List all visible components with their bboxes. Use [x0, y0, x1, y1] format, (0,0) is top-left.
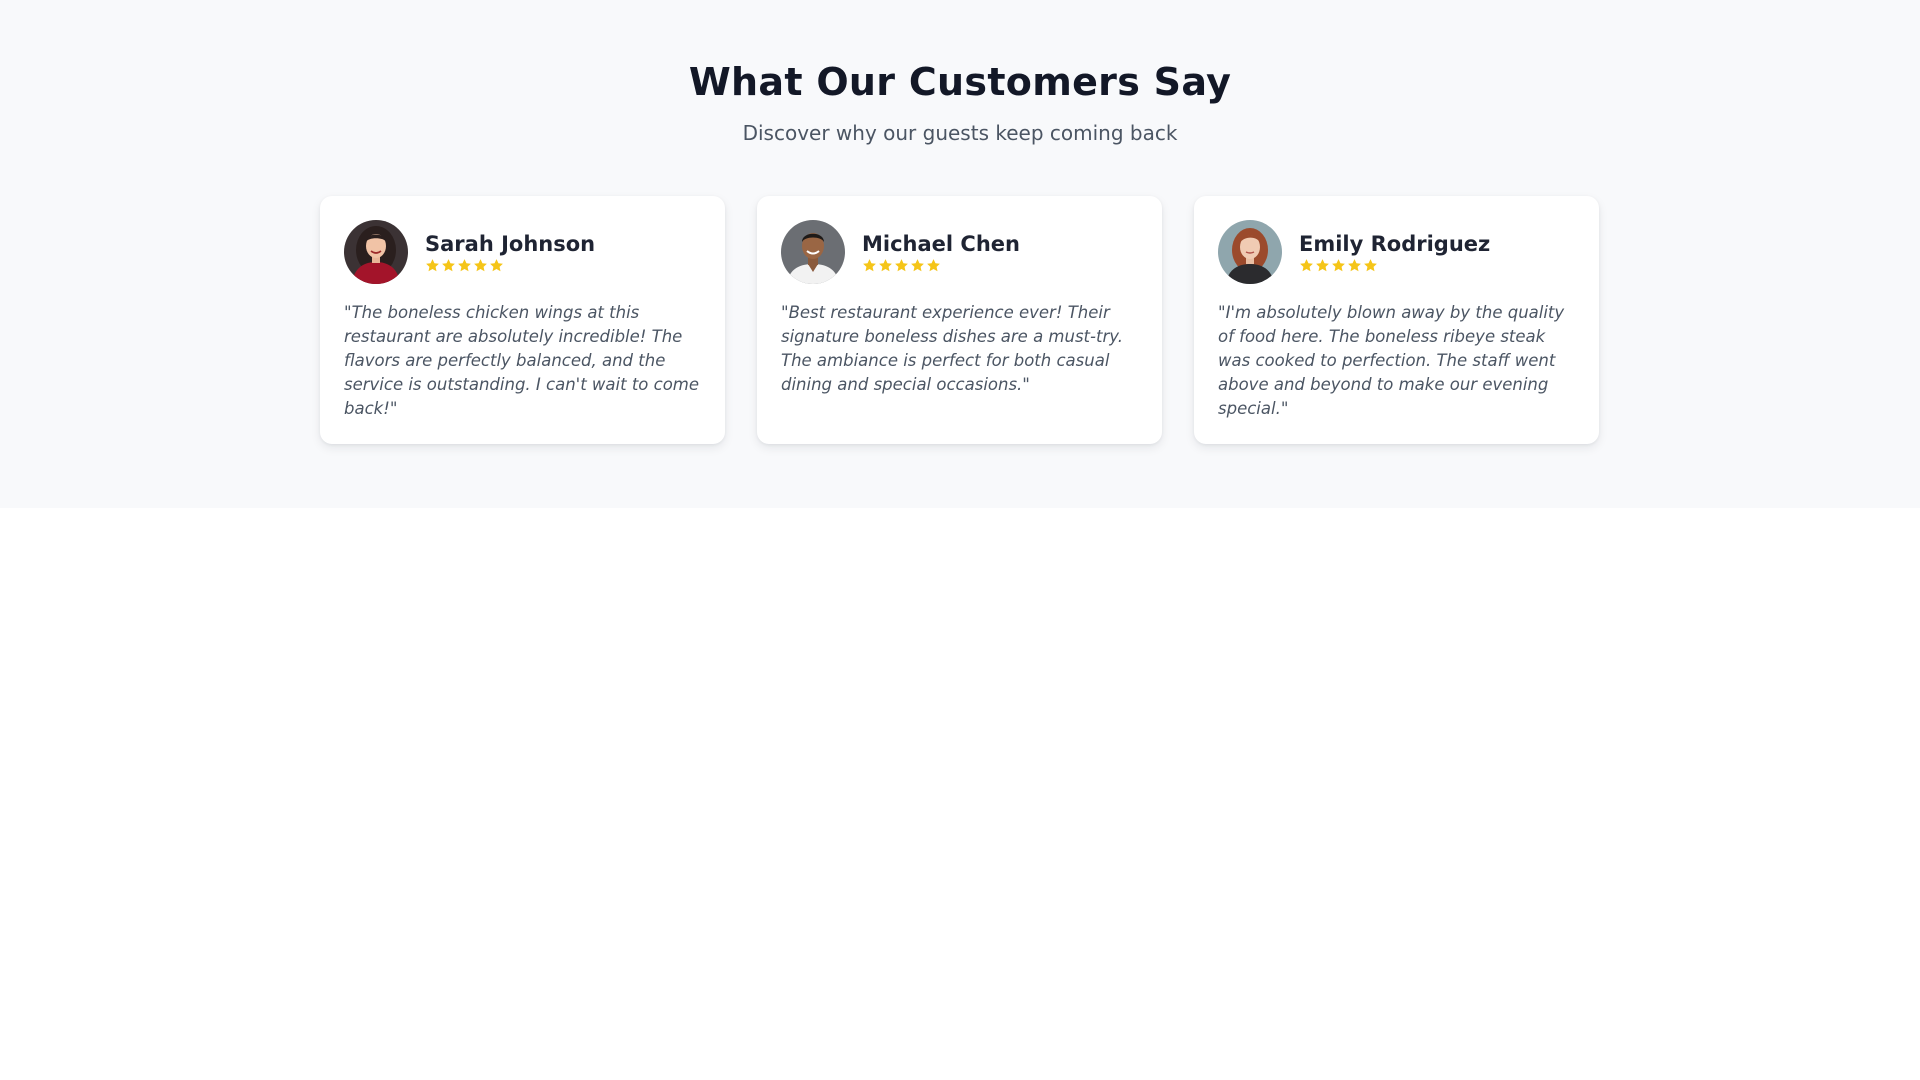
testimonials-section: What Our Customers Say Discover why our …: [0, 0, 1920, 508]
testimonial-card: Sarah Johnson "The boneless chicken wing…: [320, 196, 725, 444]
section-subtitle: Discover why our guests keep coming back: [742, 121, 1178, 145]
star-icon: [442, 259, 455, 272]
avatar-man-white-shirt-icon: [781, 220, 845, 284]
reviewer-meta: Emily Rodriguez: [1299, 231, 1490, 273]
avatar-woman-red-hair-icon: [1218, 220, 1282, 284]
star-icon: [895, 259, 908, 272]
star-icon: [1300, 259, 1313, 272]
testimonial-card: Emily Rodriguez "I'm absolutely blown aw…: [1194, 196, 1599, 444]
avatar-woman-red-dress-icon: [344, 220, 408, 284]
star-icon: [863, 259, 876, 272]
reviewer-meta: Michael Chen: [862, 231, 1020, 273]
star-icon: [474, 259, 487, 272]
star-rating: [1299, 258, 1490, 273]
card-header: Emily Rodriguez: [1218, 220, 1575, 284]
card-header: Michael Chen: [781, 220, 1138, 284]
star-icon: [1332, 259, 1345, 272]
star-rating: [425, 258, 595, 273]
star-icon: [490, 259, 503, 272]
star-icon: [1316, 259, 1329, 272]
star-rating: [862, 258, 1020, 273]
star-icon: [879, 259, 892, 272]
avatar: [344, 220, 408, 284]
star-icon: [426, 259, 439, 272]
testimonial-quote: "Best restaurant experience ever! Their …: [781, 303, 1123, 394]
testimonial-quote: "I'm absolutely blown away by the qualit…: [1218, 303, 1565, 418]
section-title: What Our Customers Say: [688, 60, 1232, 104]
star-icon: [911, 259, 924, 272]
reviewer-name: Michael Chen: [862, 232, 1020, 256]
testimonial-quote: "The boneless chicken wings at this rest…: [344, 303, 700, 418]
reviewer-name: Emily Rodriguez: [1299, 232, 1491, 256]
reviewer-meta: Sarah Johnson: [425, 231, 595, 273]
reviewer-name: Sarah Johnson: [425, 232, 596, 256]
avatar: [781, 220, 845, 284]
star-icon: [1364, 259, 1377, 272]
testimonial-cards: Sarah Johnson "The boneless chicken wing…: [320, 196, 1600, 444]
testimonial-card: Michael Chen "Best restaurant experience…: [757, 196, 1162, 444]
avatar: [1218, 220, 1282, 284]
card-header: Sarah Johnson: [344, 220, 701, 284]
star-icon: [927, 259, 940, 272]
star-icon: [1348, 259, 1361, 272]
star-icon: [458, 259, 471, 272]
